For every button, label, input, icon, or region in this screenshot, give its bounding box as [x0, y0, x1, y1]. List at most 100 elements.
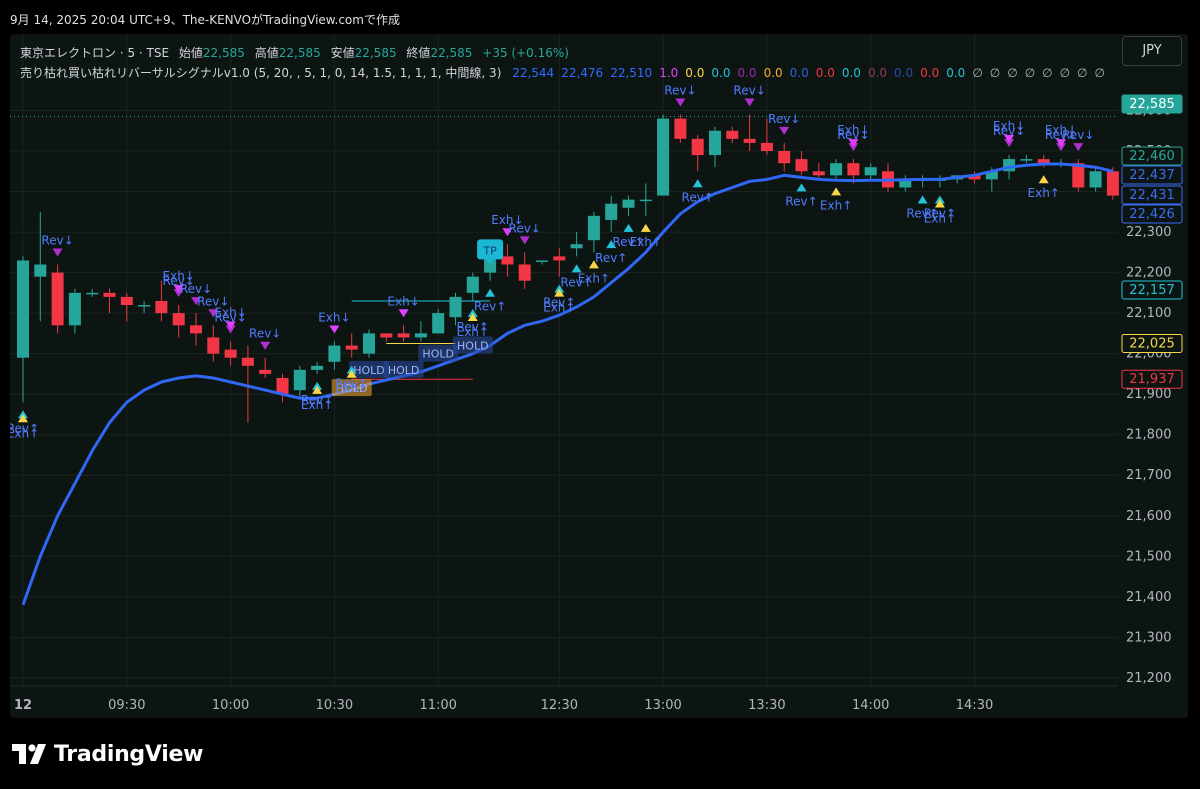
candle-down[interactable]	[812, 171, 825, 176]
indicator-value: ∅	[1007, 66, 1018, 80]
candle-up[interactable]	[605, 203, 618, 220]
currency-button[interactable]: JPY	[1122, 36, 1182, 66]
candle-down[interactable]	[553, 256, 566, 261]
candle-up[interactable]	[414, 333, 427, 338]
y-tick-label: 21,400	[1126, 590, 1172, 605]
signal-label: Exh↓	[837, 123, 869, 137]
signal-label: Exh↓	[993, 119, 1025, 133]
x-tick-label: 13:00	[644, 698, 681, 713]
signal-label: Exh↑	[820, 198, 852, 212]
candle-up[interactable]	[17, 260, 29, 358]
candle-down[interactable]	[51, 272, 64, 326]
candle-down[interactable]	[1106, 171, 1119, 196]
x-tick-label: 10:00	[212, 698, 249, 713]
candle-up[interactable]	[466, 276, 479, 293]
candle-down[interactable]	[241, 357, 254, 366]
indicator-value: 0.0	[685, 66, 705, 80]
x-tick-label: 12:30	[541, 698, 578, 713]
candle-up[interactable]	[622, 199, 635, 208]
candle-up[interactable]	[1020, 159, 1033, 161]
candle-down[interactable]	[726, 130, 739, 139]
candle-down[interactable]	[345, 345, 358, 350]
indicator-value: ∅	[1094, 66, 1105, 80]
candle-down[interactable]	[760, 142, 773, 152]
signal-label: Rev↑	[785, 194, 817, 208]
candle-down[interactable]	[501, 256, 514, 265]
tradingview-wordmark: TradingView	[54, 741, 204, 767]
y-tick-label: 21,900	[1126, 387, 1172, 402]
candle-up[interactable]	[864, 167, 877, 176]
legend-symbol[interactable]: 東京エレクトロン · 5 · TSE	[20, 46, 169, 60]
indicator-value: ∅	[1077, 66, 1088, 80]
legend-high-label: 高値	[254, 46, 279, 60]
price-tag-label: 22,585	[1129, 97, 1175, 112]
candle-down[interactable]	[847, 163, 860, 176]
price-chart[interactable]: 21,200 21,300 21,400 21,500 21,600 21,700 21,8…	[10, 34, 1188, 718]
signal-label: Rev↓	[1062, 128, 1094, 142]
candle-up[interactable]	[293, 369, 306, 391]
candle-up[interactable]	[328, 345, 341, 362]
price-tag-label: 22,437	[1129, 168, 1175, 183]
x-tick-label: 13:30	[748, 698, 785, 713]
chart-pane[interactable]: 21,200 21,300 21,400 21,500 21,600 21,700 21,8…	[10, 34, 1188, 718]
indicator-name[interactable]: 売り枯れ買い枯れリバーサルシグナルv1.0 (5, 20, , 5, 1, 0,…	[20, 66, 501, 80]
candle-up[interactable]	[432, 313, 445, 334]
candle-up[interactable]	[1089, 171, 1102, 188]
candle-up[interactable]	[86, 292, 99, 295]
candle-up[interactable]	[536, 260, 548, 262]
candle-down[interactable]	[397, 333, 410, 338]
signal-label: Rev↓	[249, 327, 281, 341]
indicator-value: 0.0	[867, 66, 888, 80]
x-tick-label: 12	[14, 698, 32, 713]
candle-down[interactable]	[795, 159, 808, 172]
candle-up[interactable]	[68, 292, 81, 326]
signal-label: Exh↑	[630, 235, 662, 249]
y-tick-label: 21,800	[1126, 428, 1172, 443]
candle-up[interactable]	[311, 365, 324, 370]
candle-down[interactable]	[778, 151, 791, 164]
signal-label: Rev↑	[682, 190, 714, 204]
candle-up[interactable]	[639, 199, 652, 202]
candle-down[interactable]	[674, 118, 687, 139]
tradingview-logo[interactable]: TradingView	[12, 740, 203, 768]
indicator-value: 1.0	[659, 66, 679, 80]
x-tick-label: 14:00	[852, 698, 889, 713]
candle-down[interactable]	[120, 296, 133, 306]
candle-down[interactable]	[743, 138, 756, 143]
candle-down[interactable]	[103, 292, 116, 297]
candle-up[interactable]	[449, 296, 462, 318]
candle-down[interactable]	[172, 313, 185, 326]
legend-high-value: 22,585	[278, 46, 321, 60]
candle-down[interactable]	[691, 138, 704, 156]
candle-down[interactable]	[207, 337, 220, 354]
candle-down[interactable]	[380, 333, 393, 338]
candle-down[interactable]	[518, 264, 531, 281]
legend-low-value: 22,585	[354, 46, 397, 60]
candle-up[interactable]	[138, 305, 151, 307]
signal-label: Rev↓	[768, 112, 800, 126]
candle-up[interactable]	[570, 244, 583, 249]
x-tick-label: 10:30	[316, 698, 353, 713]
candle-down[interactable]	[224, 349, 237, 358]
signal-label: Exh↑	[543, 301, 575, 315]
candle-up[interactable]	[587, 215, 600, 241]
price-tag-label: 22,431	[1129, 188, 1175, 203]
signal-label: Exh↑	[1028, 186, 1060, 200]
signal-label: Exh↑	[578, 271, 610, 285]
candle-up[interactable]	[830, 163, 843, 176]
candle-down[interactable]	[155, 300, 168, 314]
indicator-value: 0.0	[763, 66, 783, 80]
signal-label: Exh↑	[457, 325, 489, 339]
signal-label: Exh↓	[387, 294, 419, 308]
candle-up[interactable]	[709, 130, 721, 156]
candle-down[interactable]	[259, 369, 272, 374]
indicator-value: ∅	[1042, 66, 1053, 80]
indicator-value: ∅	[972, 66, 983, 80]
candle-up[interactable]	[657, 118, 670, 196]
candle-down[interactable]	[190, 325, 202, 334]
signal-label: Exh↓	[318, 310, 350, 324]
indicator-value: ∅	[1059, 66, 1071, 80]
indicator-value: 22,476	[561, 66, 604, 80]
candle-up[interactable]	[34, 264, 47, 277]
candle-up[interactable]	[363, 333, 375, 354]
